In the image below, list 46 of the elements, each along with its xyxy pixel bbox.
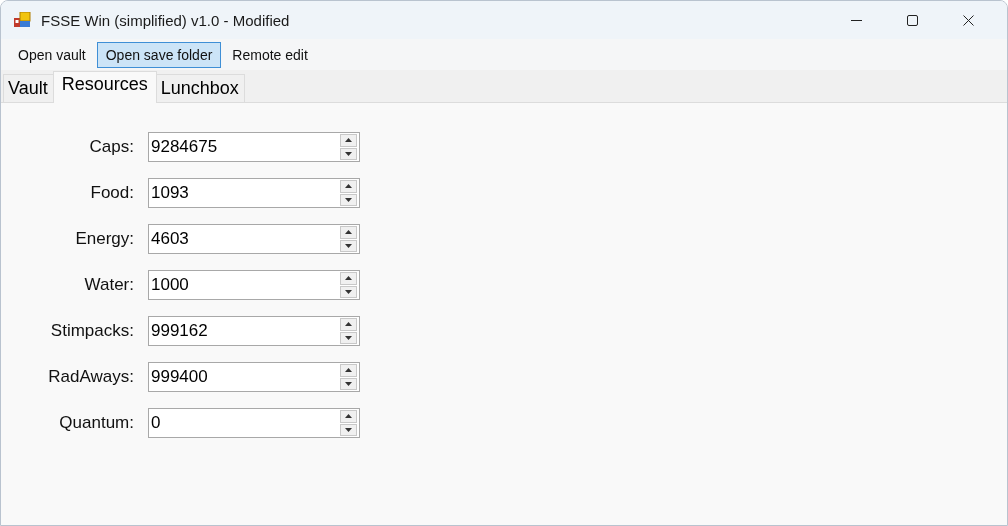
down-arrow-icon bbox=[345, 427, 352, 432]
close-icon bbox=[962, 14, 974, 26]
minimize-icon bbox=[850, 19, 862, 21]
down-arrow-icon bbox=[345, 289, 352, 294]
spin-up-button[interactable] bbox=[340, 364, 357, 377]
maximize-icon bbox=[906, 14, 918, 26]
up-arrow-icon bbox=[345, 230, 352, 235]
field-label: Quantum: bbox=[58, 413, 135, 433]
menu-item[interactable]: Remote edit bbox=[223, 41, 317, 68]
up-arrow-icon bbox=[345, 276, 352, 281]
field-label: Caps: bbox=[88, 137, 135, 157]
menu-item[interactable]: Open save folder bbox=[96, 41, 222, 68]
field-label: Stimpacks: bbox=[49, 321, 135, 341]
up-arrow-icon bbox=[345, 414, 352, 419]
field-label: Water: bbox=[83, 275, 135, 295]
spin-up-button[interactable] bbox=[340, 272, 357, 285]
window-title: FSSE Win (simplified) v1.0 - Modified bbox=[41, 11, 291, 29]
down-arrow-icon bbox=[345, 381, 352, 386]
number-field[interactable]: 999400 bbox=[148, 362, 360, 392]
field-label: Food: bbox=[89, 183, 135, 203]
down-arrow-icon bbox=[345, 151, 352, 156]
app-icon bbox=[14, 12, 31, 28]
menu-item[interactable]: Open vault bbox=[9, 41, 95, 68]
number-field[interactable]: 1000 bbox=[148, 270, 360, 300]
down-arrow-icon bbox=[345, 197, 352, 202]
number-field[interactable]: 1093 bbox=[148, 178, 360, 208]
number-field[interactable]: 4603 bbox=[148, 224, 360, 254]
number-field[interactable]: 999162 bbox=[148, 316, 360, 346]
number-field[interactable]: 0 bbox=[148, 408, 360, 438]
tab[interactable]: Lunchbox bbox=[155, 74, 245, 102]
down-arrow-icon bbox=[345, 335, 352, 340]
field-label: Energy: bbox=[74, 229, 135, 249]
field-label: RadAways: bbox=[47, 367, 135, 387]
spin-up-button[interactable] bbox=[340, 134, 357, 147]
spin-up-button[interactable] bbox=[340, 226, 357, 239]
number-field[interactable]: 9284675 bbox=[148, 132, 360, 162]
down-arrow-icon bbox=[345, 243, 352, 248]
up-arrow-icon bbox=[345, 138, 352, 143]
up-arrow-icon bbox=[345, 184, 352, 189]
spin-up-button[interactable] bbox=[340, 318, 357, 331]
spin-up-button[interactable] bbox=[340, 410, 357, 423]
tab[interactable]: Resources bbox=[52, 71, 157, 103]
up-arrow-icon bbox=[345, 368, 352, 373]
up-arrow-icon bbox=[345, 322, 352, 327]
tab[interactable]: Vault bbox=[3, 74, 54, 102]
spin-up-button[interactable] bbox=[340, 180, 357, 193]
